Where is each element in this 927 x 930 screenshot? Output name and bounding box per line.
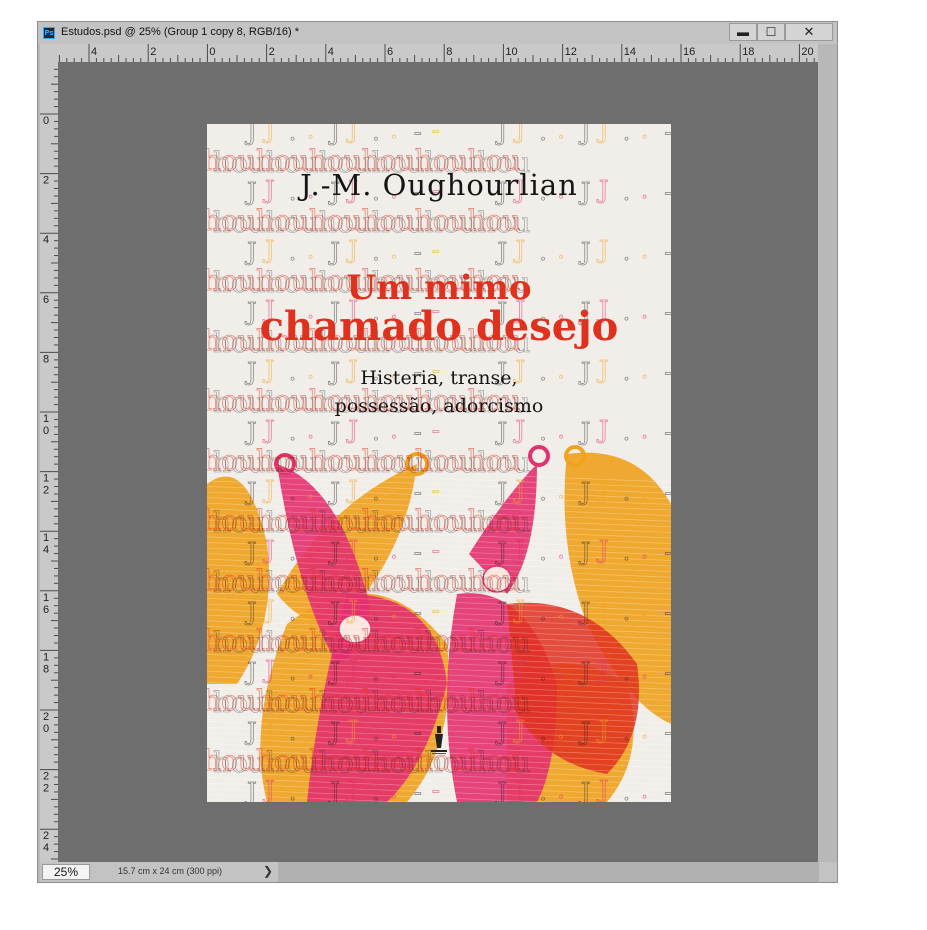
ruler-label: 0 [209, 46, 215, 58]
pattern-text: J.J.- J.J.- J.J.- J.J.- J.J.- J.J.- [262, 416, 671, 444]
ruler-label: 2 [43, 175, 49, 187]
pattern-text: J.J.- J.J.- J.J.- J.J.- J.J.- J.J.- [262, 236, 671, 264]
book-cover-artwork: J.J.- J.J.- J.J.- J.J.- J.J.- J.J.- J.J.-… [207, 124, 671, 802]
pattern-text: houhouhouhouhouhou [213, 446, 531, 479]
pattern-text: J.J.- J.J.- J.J.- J.J.- J.J.- J.J.- [262, 596, 671, 624]
pattern-text: J.J.- J.J.- J.J.- J.J.- J.J.- J.J.- [262, 656, 671, 684]
horizontal-scrollbar[interactable] [278, 862, 819, 882]
vertical-scrollbar[interactable] [818, 44, 837, 862]
minimize-button[interactable]: ▬ [729, 23, 757, 41]
ruler-label: 4 [43, 544, 49, 556]
chevron-right-icon[interactable]: ❯ [263, 864, 273, 878]
ruler-label: 4 [43, 842, 49, 854]
close-button[interactable]: ✕ [785, 23, 833, 41]
ruler-label: 8 [43, 353, 49, 365]
ruler-label: 6 [43, 604, 49, 616]
ruler-label: 2 [43, 485, 49, 497]
document-titlebar[interactable]: Ps Estudos.psd @ 25% (Group 1 copy 8, RG… [38, 22, 837, 44]
cover-title-line2: chamado desejo [259, 303, 619, 350]
ruler-label: 4 [43, 234, 49, 246]
ruler-label: 20 [801, 46, 813, 58]
ruler-label: 2 [43, 711, 49, 723]
ruler-label: 1 [43, 592, 49, 604]
ruler-label: 0 [43, 425, 49, 437]
vertical-ruler[interactable]: 024681012141618202224 [40, 62, 58, 862]
ruler-label: 1 [43, 532, 49, 544]
document-window: Ps Estudos.psd @ 25% (Group 1 copy 8, RG… [37, 21, 838, 883]
cover-title-line1: Um mimo [346, 268, 532, 308]
cover-subtitle: Histeria, transe, possessão, adorcismo [207, 364, 671, 420]
ruler-label: 1 [43, 413, 49, 425]
ruler-label: 4 [328, 46, 334, 58]
cover-title: Um mimo chamado desejo [207, 270, 671, 348]
document-title: Estudos.psd @ 25% (Group 1 copy 8, RGB/1… [61, 26, 300, 38]
ruler-label: 2 [150, 46, 156, 58]
pattern-text: houhouhouhouhouhou [213, 206, 531, 239]
ruler-label: 16 [683, 46, 695, 58]
ruler-label: 4 [91, 46, 97, 58]
zoom-level-field[interactable]: 25% [42, 864, 90, 880]
ruler-label: 8 [43, 663, 49, 675]
cover-author: J.-M. Oughourlian [300, 168, 578, 202]
pattern-text: J.J.- J.J.- J.J.- J.J.- J.J.- J.J.- [262, 536, 671, 564]
pattern-text: houhouhouhouhouhou [213, 746, 531, 779]
cover-subtitle-line2: possessão, adorcismo [334, 395, 544, 417]
ruler-label: 1 [43, 651, 49, 663]
ruler-label: 1 [43, 473, 49, 485]
status-bar: 25% 15.7 cm x 24 cm (300 ppi) ❯ [40, 862, 837, 882]
cover-subtitle-line1: Histeria, transe, [360, 367, 518, 389]
pattern-text: J.J.- J.J.- J.J.- J.J.- J.J.- J.J.- [262, 776, 671, 802]
ruler-label: 0 [43, 115, 49, 127]
ruler-origin[interactable] [40, 44, 58, 62]
pattern-text: J.J.- J.J.- J.J.- J.J.- J.J.- J.J.- [262, 716, 671, 744]
pattern-text: J.J.- J.J.- J.J.- J.J.- J.J.- J.J.- [262, 124, 671, 144]
pattern-text: houhouhouhouhouhou [213, 626, 531, 659]
pattern-text: J.J.- J.J.- J.J.- J.J.- J.J.- J.J.- [262, 476, 671, 504]
pattern-text: houhouhouhouhouhou [213, 686, 531, 719]
ruler-label: 18 [742, 46, 754, 58]
horizontal-ruler[interactable]: 4 2 0 2 4 6 8 10 12 14 16 18 20 [58, 44, 818, 62]
ruler-label: 14 [624, 46, 636, 58]
pattern-text: houhouhouhouhouhou [213, 566, 531, 599]
ruler-label: 6 [387, 46, 393, 58]
document-size-info[interactable]: 15.7 cm x 24 cm (300 ppi) [118, 866, 222, 876]
ruler-label: 0 [43, 723, 49, 735]
ruler-label: 12 [565, 46, 577, 58]
ruler-label: 2 [43, 783, 49, 795]
publisher-logo-icon [431, 726, 447, 754]
ruler-label: 2 [269, 46, 275, 58]
cover-illustration: J.J.- J.J.- J.J.- J.J.- J.J.- J.J.- J.J.-… [207, 124, 671, 802]
ruler-label: 8 [446, 46, 452, 58]
maximize-button[interactable]: ☐ [757, 23, 785, 41]
pattern-text: houhouhouhouhouhou [213, 506, 531, 539]
ruler-label: 10 [505, 46, 517, 58]
ruler-label: 2 [43, 830, 49, 842]
canvas-area[interactable]: J.J.- J.J.- J.J.- J.J.- J.J.- J.J.- J.J.-… [58, 62, 818, 862]
photoshop-icon: Ps [43, 27, 55, 39]
ruler-label: 2 [43, 771, 49, 783]
ruler-label: 6 [43, 294, 49, 306]
